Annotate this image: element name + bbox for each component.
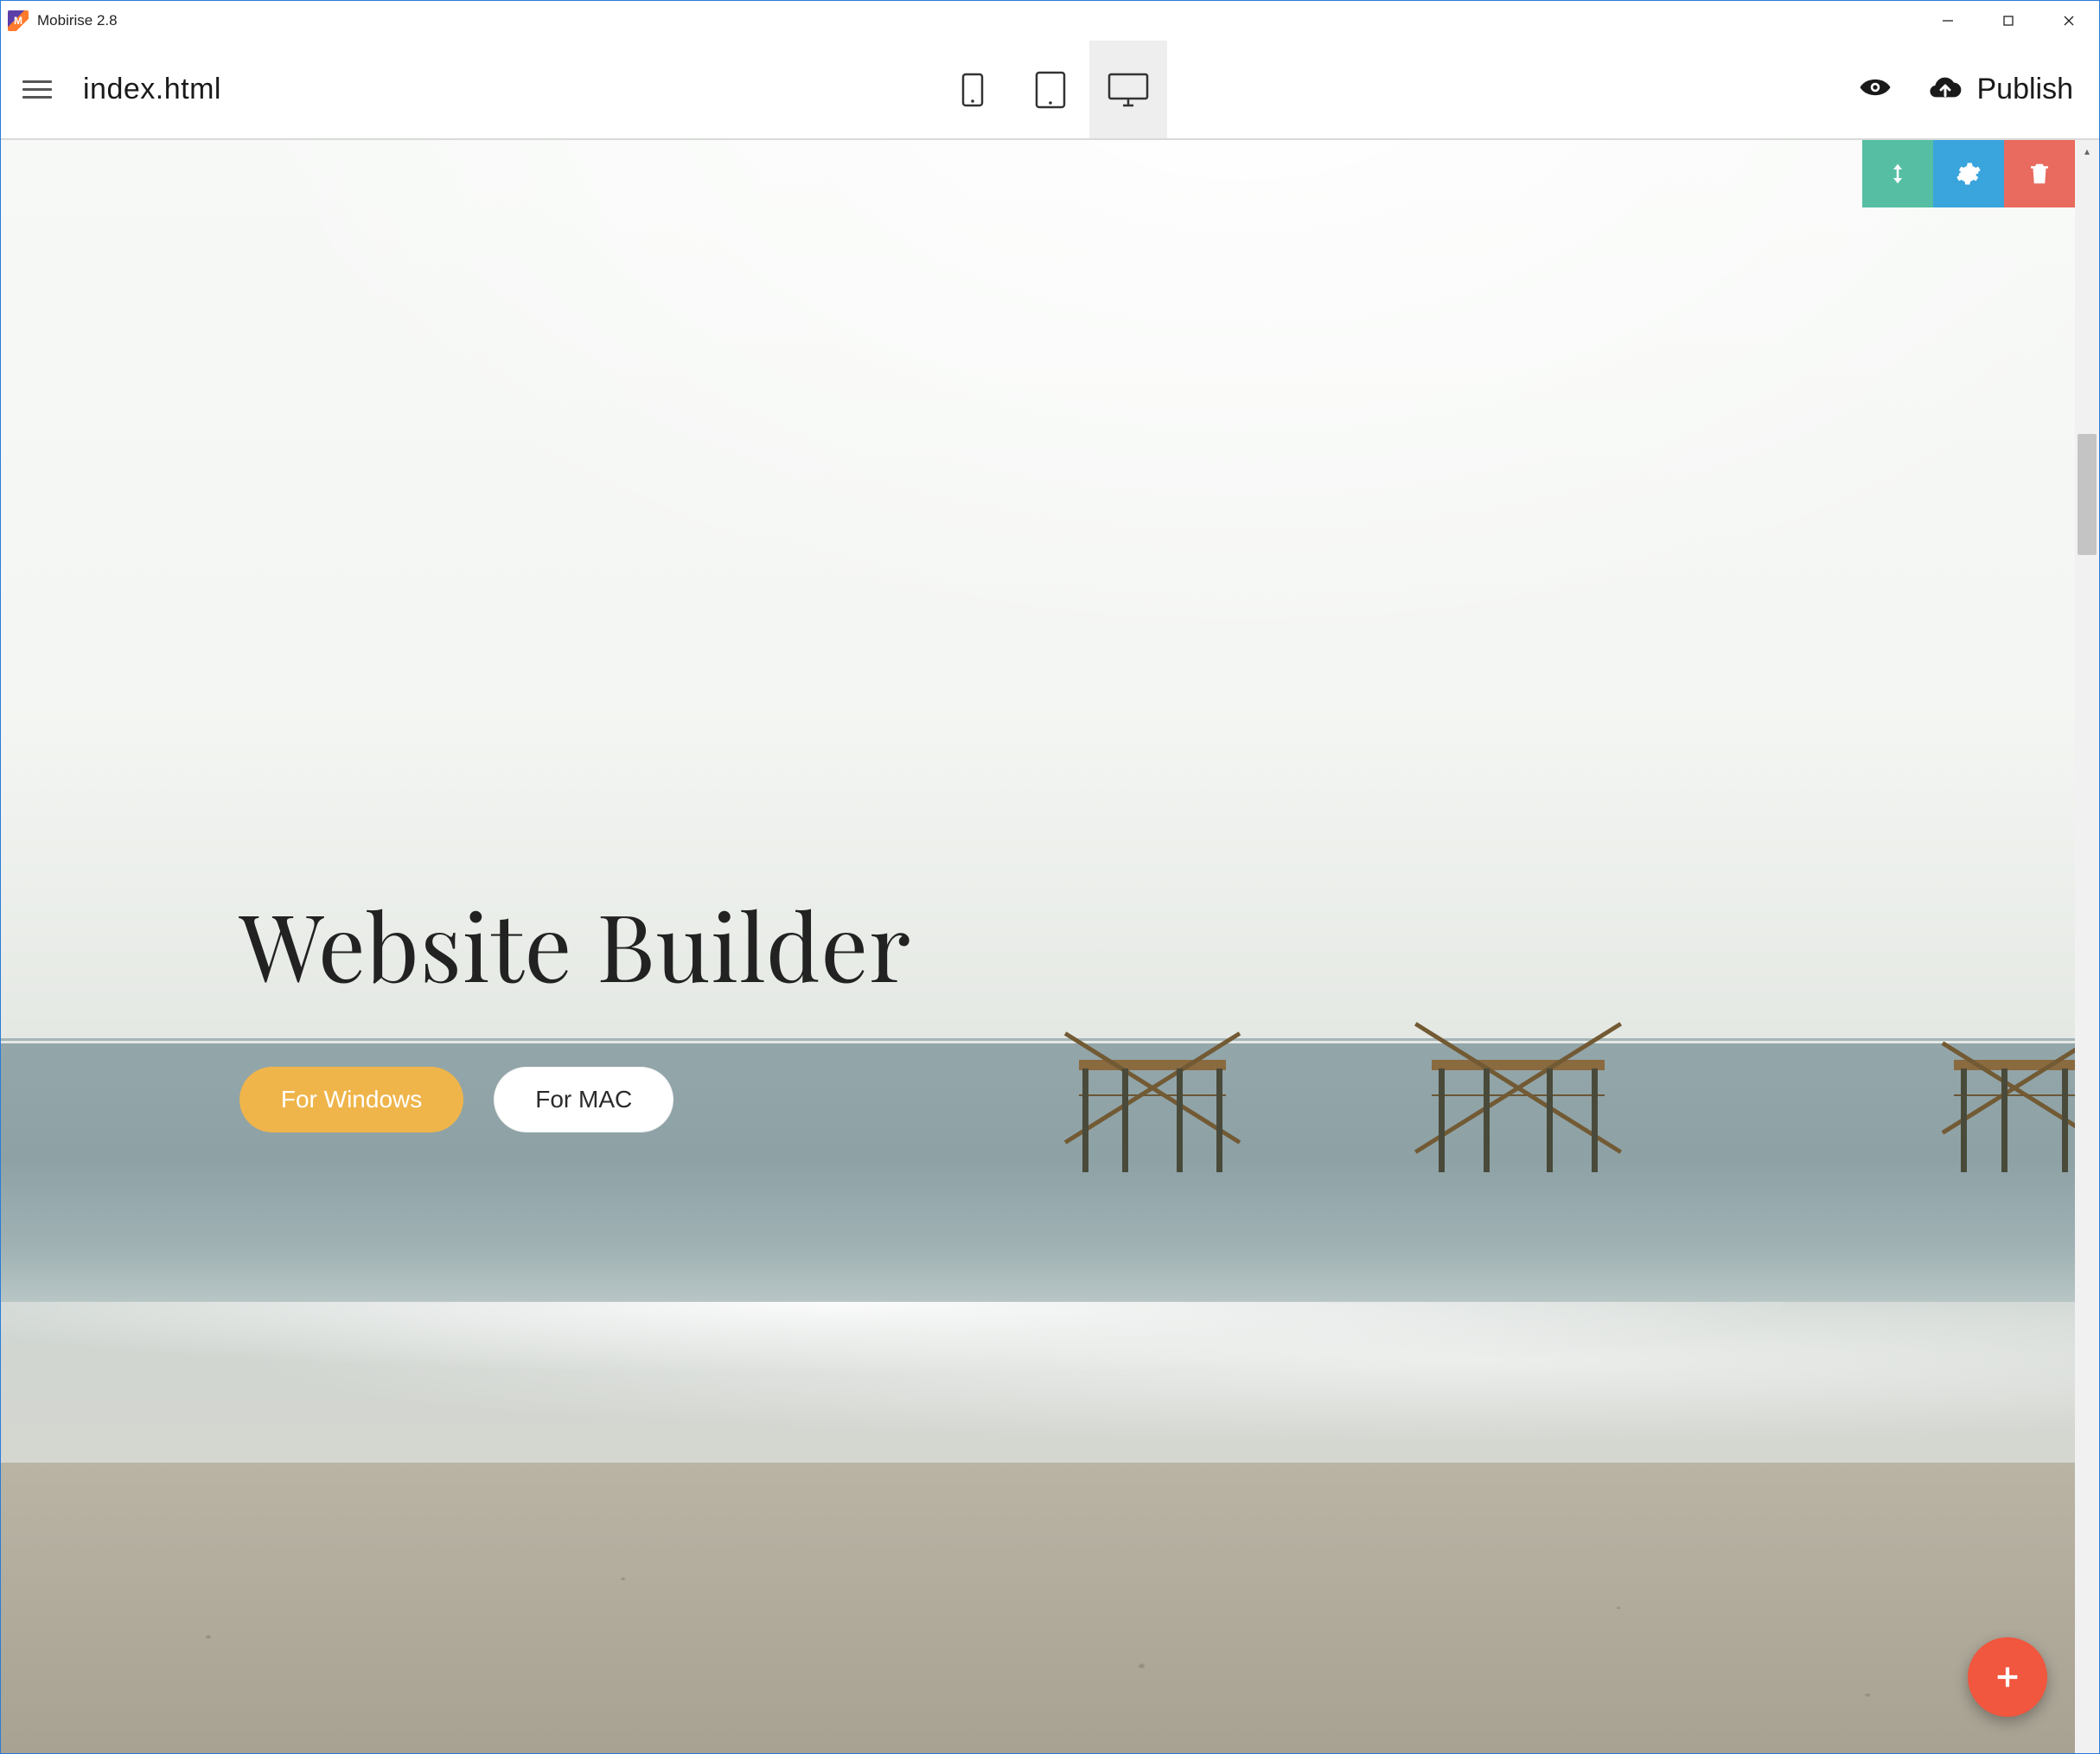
cloud-upload-icon bbox=[1928, 73, 1963, 107]
hero-pier bbox=[1432, 1060, 1605, 1120]
page-title[interactable]: index.html bbox=[83, 73, 221, 106]
plus-icon bbox=[1993, 1662, 2022, 1692]
mobile-icon bbox=[961, 72, 985, 108]
block-settings-button[interactable] bbox=[1933, 140, 2004, 207]
hero-block[interactable]: Website Builder For Windows For MAC bbox=[1, 140, 2075, 1753]
toolbar-right: Publish bbox=[1857, 69, 2073, 110]
canvas: Website Builder For Windows For MAC ▴ bbox=[1, 140, 2099, 1753]
maximize-icon bbox=[2001, 14, 2015, 28]
gear-icon bbox=[1956, 161, 1982, 187]
hero-pier bbox=[1954, 1060, 2075, 1120]
move-vertical-icon bbox=[1885, 161, 1911, 187]
hero-buttons: For Windows For MAC bbox=[239, 1067, 911, 1132]
app-icon-letter: M bbox=[14, 15, 22, 27]
hamburger-icon bbox=[22, 80, 52, 83]
minimize-icon bbox=[1941, 14, 1955, 28]
tablet-icon bbox=[1034, 70, 1067, 110]
hero-title[interactable]: Website Builder bbox=[239, 882, 911, 1006]
add-block-fab[interactable] bbox=[1968, 1637, 2047, 1717]
eye-icon bbox=[1857, 69, 1893, 105]
hero-pier bbox=[1079, 1060, 1226, 1120]
scroll-thumb[interactable] bbox=[2078, 434, 2097, 555]
window-controls bbox=[1918, 1, 2099, 41]
device-tablet-button[interactable] bbox=[1012, 41, 1089, 138]
scroll-up-arrow[interactable]: ▴ bbox=[2075, 140, 2099, 163]
app-icon: M bbox=[8, 10, 29, 31]
window-maximize-button[interactable] bbox=[1978, 1, 2039, 41]
preview-button[interactable] bbox=[1857, 69, 1893, 110]
block-delete-button[interactable] bbox=[2004, 140, 2075, 207]
window-close-button[interactable] bbox=[2039, 1, 2099, 41]
menu-button[interactable] bbox=[22, 73, 57, 107]
window-titlebar: M Mobirise 2.8 bbox=[1, 1, 2099, 41]
vertical-scrollbar[interactable]: ▴ bbox=[2075, 140, 2099, 1753]
block-move-button[interactable] bbox=[1862, 140, 1933, 207]
close-icon bbox=[2062, 14, 2076, 28]
block-controls bbox=[1862, 140, 2075, 207]
publish-button[interactable]: Publish bbox=[1928, 73, 2073, 107]
hero-bg-sand bbox=[1, 1463, 2075, 1753]
app-toolbar: index.html bbox=[1, 41, 2099, 140]
trash-icon bbox=[2027, 161, 2052, 187]
publish-label: Publish bbox=[1976, 73, 2073, 106]
device-switcher bbox=[934, 41, 1167, 138]
window-title: Mobirise 2.8 bbox=[37, 12, 118, 29]
hero-content: Website Builder For Windows For MAC bbox=[239, 882, 911, 1132]
desktop-icon bbox=[1106, 71, 1151, 109]
window-minimize-button[interactable] bbox=[1918, 1, 1978, 41]
device-mobile-button[interactable] bbox=[934, 41, 1012, 138]
device-desktop-button[interactable] bbox=[1089, 41, 1167, 138]
hero-secondary-button[interactable]: For MAC bbox=[494, 1067, 673, 1132]
hero-primary-button[interactable]: For Windows bbox=[239, 1067, 463, 1132]
